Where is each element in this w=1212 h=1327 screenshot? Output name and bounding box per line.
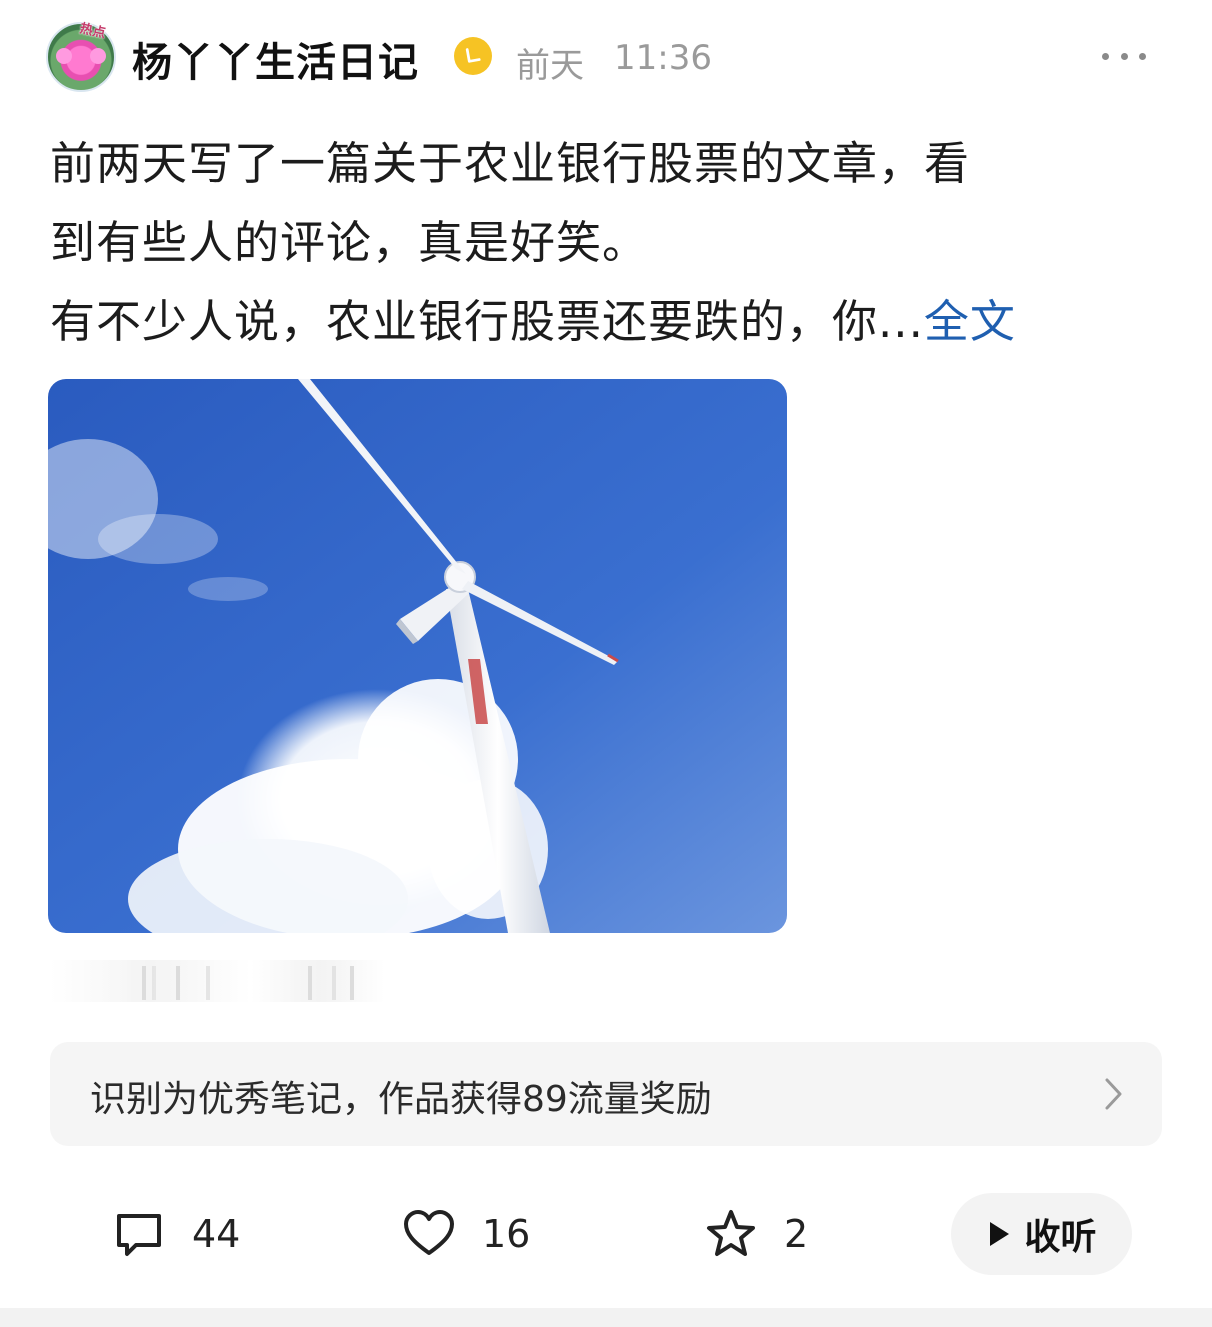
post-day: 前天 xyxy=(516,46,584,86)
post-card: 热点 杨丫丫生活日记 前天 11:36 前两天写了一篇关于农业银行股票的文章，看… xyxy=(0,0,1212,1327)
chevron-right-icon xyxy=(1105,1078,1122,1110)
post-text-line: 有不少人说，农业银行股票还要跌的，你...全文 xyxy=(50,282,1160,361)
heart-icon xyxy=(404,1210,454,1255)
post-text-line: 到有些人的评论，真是好笑。 xyxy=(50,216,649,269)
verified-badge-icon xyxy=(454,37,492,75)
post-header: 热点 杨丫丫生活日记 前天 11:36 xyxy=(46,20,1176,92)
reward-banner[interactable]: 识别为优秀笔记，作品获得89流量奖励 xyxy=(50,1042,1162,1146)
post-content[interactable]: 前两天写了一篇关于农业银行股票的文章，看 到有些人的评论，真是好笑。 有不少人说… xyxy=(50,124,1160,361)
bottom-divider xyxy=(0,1308,1212,1327)
comment-icon xyxy=(117,1214,161,1256)
post-text-line: 前两天写了一篇关于农业银行股票的文章，看 xyxy=(50,137,971,190)
play-icon xyxy=(990,1222,1010,1246)
like-button[interactable]: 16 xyxy=(402,1204,530,1264)
like-count: 16 xyxy=(482,1212,531,1256)
star-icon xyxy=(707,1210,755,1256)
reward-text: 识别为优秀笔记，作品获得89流量奖励 xyxy=(90,1079,712,1120)
author-name[interactable]: 杨丫丫生活日记 xyxy=(132,30,419,88)
full-text-link[interactable]: 全文 xyxy=(924,295,1016,348)
wind-turbine-photo[interactable] xyxy=(48,379,787,933)
favorite-count: 2 xyxy=(784,1212,809,1256)
listen-button[interactable]: 收听 xyxy=(951,1193,1132,1275)
comment-button[interactable]: 44 xyxy=(112,1204,240,1264)
favorite-button[interactable]: 2 xyxy=(704,1204,808,1264)
comment-count: 44 xyxy=(192,1212,241,1256)
blurred-caption xyxy=(50,960,385,1002)
action-bar: 44 16 2 收听 xyxy=(0,1190,1212,1280)
post-time: 11:36 xyxy=(614,38,712,78)
more-dots-icon[interactable] xyxy=(1102,48,1146,64)
post-text-snippet: 有不少人说，农业银行股票还要跌的，你... xyxy=(50,295,924,348)
listen-label: 收听 xyxy=(1024,1217,1097,1258)
